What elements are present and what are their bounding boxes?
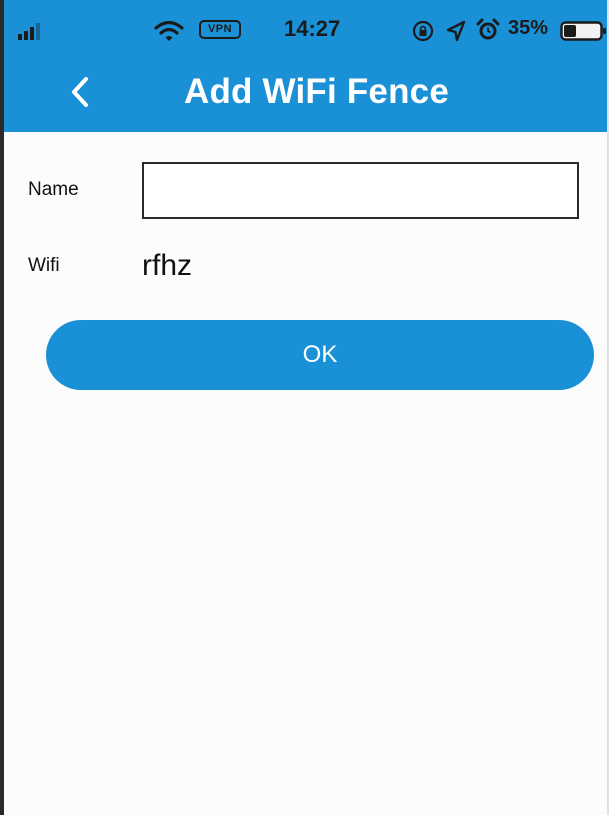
app-screen: VPN 14:27 35% Add WiFi Fence Name Wifi r… (0, 0, 609, 815)
page-title: Add WiFi Fence (184, 72, 449, 111)
signal-icon (18, 23, 40, 40)
vpn-badge: VPN (199, 20, 241, 39)
battery-icon (560, 21, 606, 41)
name-label: Name (28, 179, 79, 200)
battery-percent: 35% (508, 17, 549, 39)
lock-rotation-icon (412, 20, 434, 42)
wifi-label: Wifi (28, 255, 60, 276)
status-time: 14:27 (284, 16, 341, 41)
alarm-icon (476, 18, 500, 40)
location-icon (446, 20, 466, 42)
wifi-value: rfhz (142, 249, 193, 282)
wifi-icon (154, 20, 184, 41)
ok-button[interactable]: OK (46, 320, 594, 390)
name-input[interactable] (142, 162, 579, 219)
header-bar: VPN 14:27 35% Add WiFi Fence (4, 0, 609, 132)
